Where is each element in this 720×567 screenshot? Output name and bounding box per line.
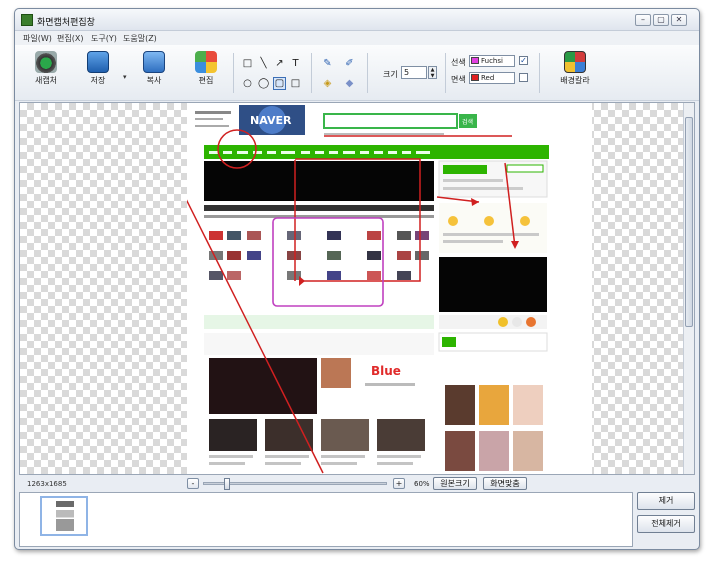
zoom-percent: 60% bbox=[414, 480, 430, 488]
menu-help[interactable]: 도움말(Z) bbox=[123, 33, 157, 44]
new-capture-button[interactable]: 새캡처 bbox=[29, 49, 63, 93]
thumbnail-preview bbox=[56, 501, 74, 531]
copy-button[interactable]: 복사 bbox=[137, 49, 171, 93]
line-color-checkbox[interactable]: ✓ bbox=[519, 56, 528, 65]
rect-tool[interactable]: □ bbox=[289, 77, 302, 90]
red-swatch bbox=[471, 74, 479, 81]
brush-icon[interactable]: ✐ bbox=[343, 57, 356, 70]
toolbar-separator bbox=[233, 53, 234, 93]
minimize-button[interactable]: – bbox=[635, 14, 651, 26]
camera-icon bbox=[35, 51, 57, 73]
fill-icon[interactable]: ◈ bbox=[321, 77, 334, 90]
toolbar-separator bbox=[445, 53, 446, 93]
line-tool[interactable]: ╲ bbox=[257, 57, 270, 70]
menu-edit[interactable]: 편집(X) bbox=[57, 33, 83, 44]
size-input[interactable]: 5 bbox=[401, 66, 427, 79]
fuchsia-swatch bbox=[471, 57, 479, 64]
save-dropdown-arrow[interactable]: ▾ bbox=[123, 73, 127, 81]
fit-to-screen-button[interactable]: 화면맞춤 bbox=[483, 477, 527, 490]
color-grid-icon bbox=[564, 51, 586, 73]
text-tool[interactable]: T bbox=[289, 57, 302, 70]
window-title: 화면캡처편집창 bbox=[37, 18, 95, 28]
face-color-checkbox[interactable] bbox=[519, 73, 528, 82]
menu-bar: 파일(W) 편집(X) 도구(Y) 도움말(Z) bbox=[15, 31, 699, 45]
edit-button[interactable]: 편집 bbox=[189, 49, 223, 93]
search-button-text: 검색 bbox=[462, 118, 473, 126]
captured-image[interactable]: NAVER 검색 Blue bbox=[187, 103, 592, 474]
zoom-in-button[interactable]: + bbox=[393, 478, 405, 489]
arrow-tool[interactable]: ↗ bbox=[273, 57, 286, 70]
size-stepper[interactable]: ▲ ▼ bbox=[428, 66, 437, 79]
copy-label: 복사 bbox=[146, 76, 162, 85]
close-button[interactable]: ✕ bbox=[671, 14, 687, 26]
remove-button[interactable]: 제거 bbox=[637, 492, 695, 510]
size-label: 크기 bbox=[383, 70, 398, 79]
save-icon bbox=[87, 51, 109, 73]
pen-icon[interactable]: ✎ bbox=[321, 57, 334, 70]
thumbnail-strip bbox=[19, 492, 633, 547]
editor-window: 화면캡처편집창 – ▢ ✕ 파일(W) 편집(X) 도구(Y) 도움말(Z) 새… bbox=[14, 8, 700, 550]
zoom-slider-thumb[interactable] bbox=[224, 478, 230, 490]
vertical-scrollbar[interactable] bbox=[683, 103, 694, 474]
rect-select-tool[interactable]: □ bbox=[241, 57, 254, 70]
face-color-value: Red bbox=[481, 74, 495, 82]
eraser-icon[interactable]: ◆ bbox=[343, 77, 356, 90]
capture-thumbnail[interactable] bbox=[40, 496, 88, 536]
copy-icon bbox=[143, 51, 165, 73]
menu-file[interactable]: 파일(W) bbox=[23, 33, 52, 44]
scrollbar-thumb[interactable] bbox=[685, 117, 693, 327]
toolbar: 새캡처 저장 ▾ 복사 편집 □ ╲ ↗ T ○ ◯ ▢ □ ✎ ✐ ◈ ◆ 크… bbox=[15, 45, 699, 101]
face-color-select[interactable]: Red bbox=[469, 72, 515, 84]
ellipse-tool[interactable]: ◯ bbox=[257, 77, 270, 90]
line-color-select[interactable]: Fuchsi bbox=[469, 55, 515, 67]
original-size-button[interactable]: 원본크기 bbox=[433, 477, 477, 490]
status-bar: 1263x1685 - + 60% 원본크기 화면맞춤 bbox=[19, 475, 695, 492]
face-color-label: 면색 bbox=[451, 75, 466, 84]
toolbar-separator bbox=[367, 53, 368, 93]
save-button[interactable]: 저장 bbox=[81, 49, 115, 93]
app-icon bbox=[21, 14, 33, 26]
captured-page-drawing: NAVER 검색 Blue bbox=[187, 103, 592, 474]
title-bar[interactable]: 화면캡처편집창 – ▢ ✕ bbox=[15, 9, 699, 31]
image-dimensions: 1263x1685 bbox=[27, 480, 67, 488]
circle-tool[interactable]: ○ bbox=[241, 77, 254, 90]
maximize-button[interactable]: ▢ bbox=[653, 14, 669, 26]
line-color-value: Fuchsi bbox=[481, 57, 503, 65]
svg-text:Blue: Blue bbox=[371, 364, 401, 378]
zoom-out-button[interactable]: - bbox=[187, 478, 199, 489]
wallpaper-color-button[interactable]: 배경칼라 bbox=[553, 49, 597, 93]
zoom-slider[interactable] bbox=[203, 478, 387, 490]
edit-label: 편집 bbox=[198, 76, 214, 85]
menu-tools[interactable]: 도구(Y) bbox=[91, 33, 117, 44]
toolbar-separator bbox=[311, 53, 312, 93]
wallpaper-color-label: 배경칼라 bbox=[560, 76, 590, 85]
line-color-label: 선색 bbox=[451, 58, 466, 67]
rounded-rect-tool[interactable]: ▢ bbox=[273, 77, 286, 90]
capture-canvas[interactable]: NAVER 검색 Blue bbox=[19, 102, 695, 475]
remove-all-button[interactable]: 전체제거 bbox=[637, 515, 695, 533]
palette-icon bbox=[195, 51, 217, 73]
save-label: 저장 bbox=[90, 76, 106, 85]
toolbar-separator bbox=[539, 53, 540, 93]
new-capture-label: 새캡처 bbox=[34, 76, 58, 85]
naver-logo: NAVER bbox=[250, 114, 292, 127]
